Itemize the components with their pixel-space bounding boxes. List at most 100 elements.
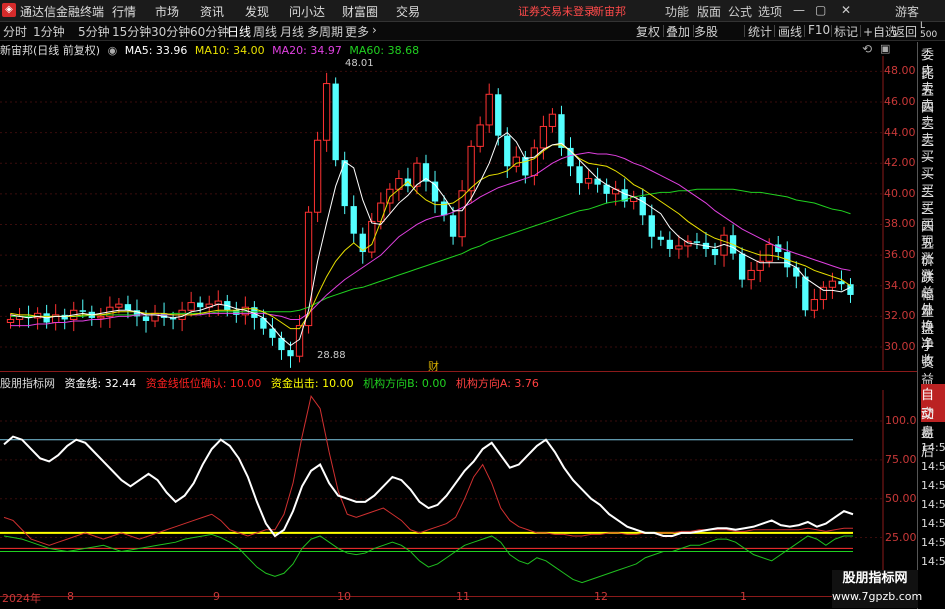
login-notice[interactable]: 证券交易未登录 <box>518 3 595 19</box>
candle-body <box>793 267 800 277</box>
time-label: 9 <box>213 590 220 603</box>
candle-body <box>666 239 674 249</box>
ind-lowconfirm-label: 资金线低位确认: 10.00 <box>145 377 262 390</box>
candle-body <box>287 350 294 357</box>
candle-body <box>576 166 583 184</box>
tick-time: 14:56 <box>921 555 945 568</box>
candle-body <box>386 188 394 204</box>
menu-banmian[interactable]: 版面 <box>697 3 721 20</box>
candle-body <box>675 245 683 250</box>
period-30min[interactable]: 30分钟 <box>151 23 190 40</box>
period-15min[interactable]: 15分钟 <box>112 23 151 40</box>
period-week[interactable]: 周线 <box>253 23 277 40</box>
tick-time: 14:56 <box>921 441 945 454</box>
candle-body <box>79 310 86 312</box>
candle-body <box>639 196 646 216</box>
period-5min[interactable]: 5分钟 <box>78 23 110 40</box>
menu-bar: ◈ 通达信金融终端 行情 市场 资讯 发现 问小达 财富圈 交易 证券交易未登录… <box>0 0 945 22</box>
period-month[interactable]: 月线 <box>280 23 304 40</box>
tool-f10[interactable]: F10 <box>808 23 830 37</box>
candle-body <box>747 269 755 281</box>
candle-body <box>648 215 655 237</box>
divider <box>831 25 832 37</box>
menu-zixun[interactable]: 资讯 <box>200 3 224 20</box>
level-badge[interactable]: L 500 <box>920 22 944 40</box>
price-tick-label: 34.00 <box>884 278 916 292</box>
candle-body <box>738 253 746 280</box>
candle-body <box>476 124 484 147</box>
menu-gongshi[interactable]: 公式 <box>728 3 752 20</box>
kline-chart[interactable] <box>0 56 917 370</box>
tool-biaoji[interactable]: 标记 <box>834 23 858 40</box>
time-label: 2024年 <box>2 592 41 605</box>
menu-caifuquan[interactable]: 财富圈 <box>342 3 378 20</box>
tool-zixuan[interactable]: +自选 <box>863 23 897 40</box>
period-multi[interactable]: 多周期 <box>307 23 343 40</box>
time-label: 12 <box>594 590 608 603</box>
settings-icon[interactable]: ⟲ <box>862 42 872 56</box>
tool-tongji[interactable]: 统计 <box>748 23 772 40</box>
divider <box>860 25 861 37</box>
price-tick-label: 38.00 <box>884 217 916 231</box>
minimize-icon[interactable]: — <box>793 3 805 17</box>
stock-tab[interactable]: 新宙邦 <box>593 3 626 19</box>
tool-fuquan[interactable]: 复权 <box>636 23 660 40</box>
candle-body <box>350 206 357 234</box>
menu-wenxiaoda[interactable]: 问小达 <box>289 3 325 20</box>
guest-label[interactable]: 游客 <box>895 3 919 20</box>
time-label: 10 <box>337 590 351 603</box>
price-tick-label: 36.00 <box>884 248 916 262</box>
candle-body <box>197 302 204 308</box>
candle-body <box>233 310 240 315</box>
menu-jiaoyi[interactable]: 交易 <box>396 3 420 20</box>
menu-gongneng[interactable]: 功能 <box>665 3 689 20</box>
chevron-right-icon[interactable]: › <box>372 23 377 37</box>
ind-zijinxian-label: 资金线: 32.44 <box>64 377 137 390</box>
tool-fanhui[interactable]: 返回 <box>893 23 917 40</box>
ind-tick-label: 75.00 <box>885 452 917 466</box>
ind-jigoub-label: 机构方向B: 0.00 <box>363 377 447 390</box>
close-icon[interactable]: ✕ <box>841 3 851 17</box>
chart-option-icon[interactable]: ▣ <box>880 42 890 55</box>
price-tick-label: 30.00 <box>884 340 916 354</box>
high-label: 48.01 <box>345 58 374 69</box>
divider <box>744 25 745 37</box>
period-day[interactable]: 日线 <box>227 23 251 40</box>
candle-body <box>504 135 511 167</box>
period-1min[interactable]: 1分钟 <box>33 23 65 40</box>
divider <box>663 25 664 37</box>
candle-body <box>847 284 854 295</box>
period-fenshi[interactable]: 分时 <box>3 23 27 40</box>
tool-duogu[interactable]: 多股 <box>694 23 718 40</box>
tick-time: 14:56 <box>921 479 945 492</box>
period-more[interactable]: 更多 <box>345 23 369 40</box>
quote-panel: L 500 委比 卖五 卖四 卖三 卖二 卖一 买一 买二 买三 买四 买五 现价 涨跌 涨幅 总量 外盘 换手… <box>917 22 945 609</box>
tool-diejia[interactable]: 叠加 <box>666 23 690 40</box>
menu-xuanxiang[interactable]: 选项 <box>758 3 782 20</box>
period-60min[interactable]: 60分钟 <box>190 23 229 40</box>
candle-body <box>495 94 502 136</box>
menu-faxian[interactable]: 发现 <box>245 3 269 20</box>
jigou-b-line <box>3 533 853 584</box>
candle-body <box>828 280 837 288</box>
jigou-a-line <box>3 395 853 546</box>
low-label: 28.88 <box>317 350 346 361</box>
candle-body <box>810 299 819 311</box>
price-tick-label: 48.00 <box>884 64 916 78</box>
tick-time: 14:56 <box>921 517 945 530</box>
time-label: 1 <box>740 590 747 603</box>
candle-body <box>142 316 150 321</box>
menu-hangqing[interactable]: 行情 <box>112 3 136 20</box>
time-label: 8 <box>67 590 74 603</box>
divider <box>804 25 805 37</box>
menu-shichang[interactable]: 市场 <box>155 3 179 20</box>
candle-body <box>539 125 548 149</box>
candle-body <box>765 243 773 262</box>
maximize-icon[interactable]: ▢ <box>815 3 826 17</box>
time-label: 11 <box>456 590 470 603</box>
tool-huaxian[interactable]: 画线 <box>778 23 802 40</box>
candle-body <box>368 220 376 253</box>
indicator-chart[interactable] <box>0 390 917 595</box>
candle-body <box>449 215 457 237</box>
candle-body <box>187 302 195 311</box>
